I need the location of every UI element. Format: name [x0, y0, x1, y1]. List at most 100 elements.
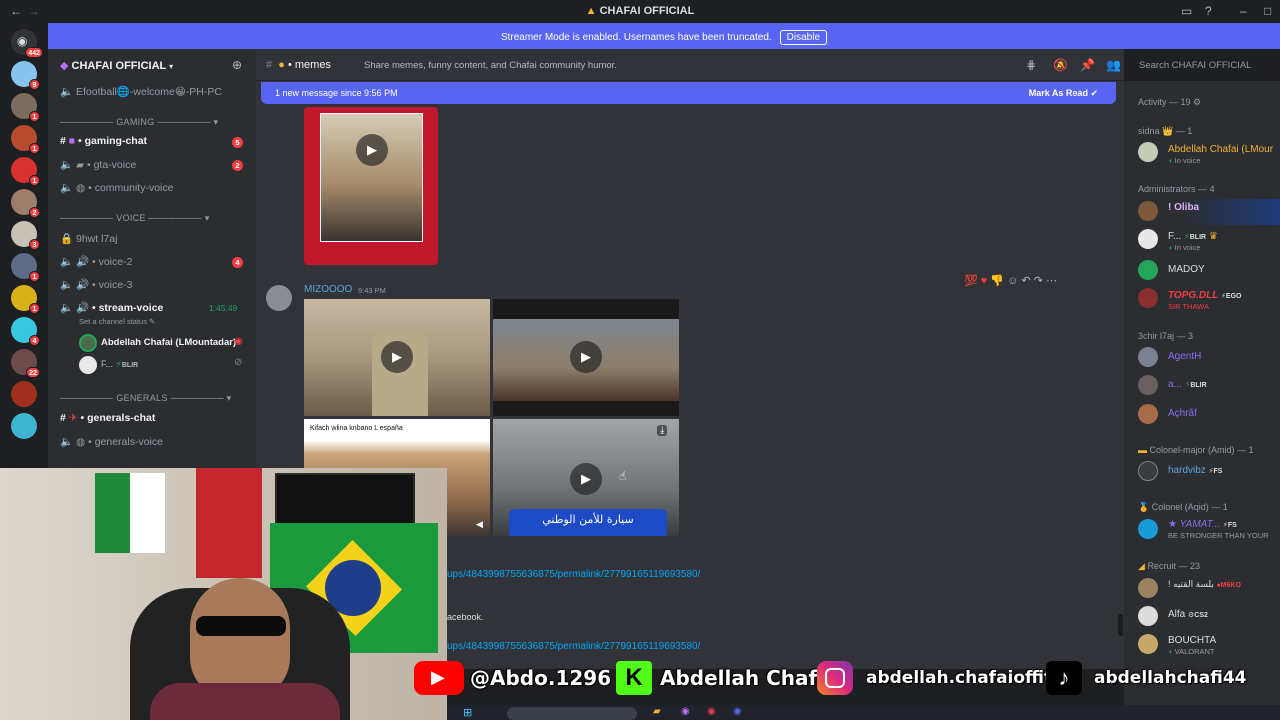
server-icon-8[interactable]: 1 [11, 285, 40, 314]
channel-gaming-chat[interactable]: # ■ • gaming-chat [60, 135, 147, 147]
channel-topic[interactable]: Share memes, funny content, and Chafai c… [364, 60, 617, 71]
scrollbar[interactable] [1118, 614, 1123, 636]
app-icon[interactable]: ◉ [707, 706, 716, 717]
more-icon[interactable]: ⋯ [1046, 275, 1057, 287]
server-icon-4[interactable]: 1 [11, 157, 40, 186]
category-gaming[interactable]: ──────── GAMING ──────── ▾ [60, 117, 218, 128]
thumbs-down-icon[interactable]: 👎 [990, 275, 1004, 287]
add-reaction-icon[interactable]: ☺ [1007, 275, 1018, 287]
voice-timer: 1:45:49 [209, 303, 238, 313]
embed-provider[interactable]: acebook. [447, 612, 484, 622]
member-item[interactable]: ★ YAMAT... ⚡FS BE STRONGER THAN YOUR [1138, 517, 1280, 543]
new-messages-bar[interactable]: 1 new message since 9:56 PM Mark As Read… [261, 82, 1116, 104]
video-thumbnail[interactable]: ▶ [320, 113, 423, 242]
avatar[interactable] [79, 356, 97, 374]
member-item[interactable]: BOUCHTA ◖ VALORANT [1138, 632, 1280, 658]
threads-icon[interactable]: ⋕ [1026, 58, 1036, 72]
maximize-icon[interactable]: □ [1264, 4, 1271, 18]
server-icon-9[interactable]: 4 [11, 317, 40, 346]
member-item[interactable]: Açhrãf [1138, 402, 1280, 428]
reaction-icon[interactable]: 💯 [964, 275, 978, 287]
channel-community-voice[interactable]: 🔈 ◍ • community-voice [60, 181, 173, 194]
channel-voice-3[interactable]: 🔈 🔊 • voice-3 [60, 278, 132, 291]
channel-voice-2[interactable]: 🔈 🔊 • voice-2 [60, 255, 132, 268]
server-icon-2[interactable]: 1 [11, 93, 40, 122]
channel-status-hint[interactable]: Set a channel status ✎ [79, 317, 155, 326]
member-name: MADOY [1168, 264, 1205, 275]
member-item[interactable]: TOPG.DLL ⚡EGO SIR THAWA [1138, 286, 1280, 312]
video-thumbnail[interactable]: ▶ [493, 299, 679, 416]
member-group-header: Administrators — 4 [1138, 184, 1215, 194]
speaker-icon: 🔈 [60, 279, 74, 291]
server-icon-6[interactable]: 3 [11, 221, 40, 250]
category-generals[interactable]: ──────── GENERALS ──────── ▾ [60, 393, 231, 404]
channel-9hwt[interactable]: 🔒 9hwt l7aj [60, 232, 117, 245]
member-item[interactable]: Alfa ⚙CS2 [1138, 604, 1280, 630]
disable-button[interactable]: Disable [779, 30, 828, 45]
member-item[interactable]: ! بلسة القتيه ●M6KO [1138, 576, 1280, 602]
member-item[interactable]: MADOY [1138, 258, 1280, 284]
channel-generals-voice[interactable]: 🔈 ◍ • generals-voice [60, 435, 163, 448]
message-link[interactable]: ups/4843998755636875/permalink/277991651… [447, 569, 700, 580]
play-icon[interactable]: ▶ [570, 341, 602, 373]
help-icon[interactable]: ? [1205, 4, 1212, 18]
voice-user-name[interactable]: Abdellah Chafai (LMountadar) [101, 337, 236, 348]
home-button[interactable]: ◉ 442 [11, 29, 43, 58]
inbox-icon[interactable]: ▭ [1181, 4, 1192, 18]
server-icon-1[interactable]: 9 [11, 61, 40, 90]
member-item[interactable]: ! Oliba [1138, 199, 1280, 225]
channel-efootball[interactable]: 🔈 Efootball🌐-welcome😁-PH-PC [60, 85, 222, 98]
start-icon[interactable]: ⊞ [463, 706, 472, 719]
author-name[interactable]: MIZOOOO [304, 284, 352, 295]
server-badge: 22 [26, 367, 40, 378]
play-icon[interactable]: ▶ [570, 463, 602, 495]
server-icon-12[interactable] [11, 413, 37, 439]
category-voice[interactable]: ──────── VOICE ──────── ▾ [60, 213, 210, 224]
voice-user-name[interactable]: F... ⚡BLIR [101, 359, 138, 370]
message-link[interactable]: ups/4843998755636875/permalink/277991651… [447, 641, 700, 652]
app-icon[interactable]: ◉ [681, 706, 690, 717]
discord-icon[interactable]: ◉ [733, 706, 742, 717]
reply-icon[interactable]: ↶ [1021, 275, 1030, 287]
server-icon-7[interactable]: 1 [11, 253, 40, 282]
play-icon[interactable]: ▶ [381, 341, 413, 373]
member-item[interactable]: F... ⚡BLIR ♛ ◖ In voice [1138, 227, 1280, 253]
server-icon-3[interactable]: 1 [11, 125, 40, 154]
member-item[interactable]: AgentH [1138, 345, 1280, 371]
video-thumbnail[interactable]: سيارة للأمن الوطني ▶ ⤓ ☝ [493, 419, 679, 536]
server-badge: 1 [29, 111, 40, 122]
notification-mute-icon[interactable]: 🔕 [1053, 58, 1068, 72]
minimize-icon[interactable]: – [1240, 4, 1247, 18]
search-input[interactable]: Search CHAFAI OFFICIAL [1134, 55, 1280, 75]
member-item[interactable]: a... ⚡BLIR [1138, 373, 1280, 399]
previous-embed[interactable]: ▶ [304, 107, 438, 265]
taskbar-search[interactable] [507, 707, 637, 720]
server-badge: 1 [29, 175, 40, 186]
message-actions: 💯 ♥ 👎 ☺ ↶ ↷ ⋯ [964, 274, 1057, 287]
play-icon[interactable]: ▶ [356, 134, 388, 166]
video-thumbnail[interactable]: ▶ [304, 299, 490, 416]
avatar[interactable] [79, 334, 97, 352]
member-list-icon[interactable]: 👥 [1106, 58, 1121, 72]
channel-gta-voice[interactable]: 🔈 ▰ • gta-voice [60, 158, 136, 171]
mark-as-read-button[interactable]: Mark As Read ✔ [1029, 88, 1098, 99]
invite-icon[interactable]: ⊕ [232, 58, 242, 72]
server-badge: 9 [29, 79, 40, 90]
heart-icon[interactable]: ♥ [981, 275, 988, 287]
server-icon-5[interactable]: 2 [11, 189, 40, 218]
volume-icon[interactable]: ◀ [476, 519, 483, 530]
server-icon-11[interactable] [11, 381, 37, 407]
hash-icon: # [266, 59, 273, 71]
server-icon-10[interactable]: 22 [11, 349, 40, 378]
server-name-header[interactable]: ◆ CHAFAI OFFICIAL ▾ [60, 59, 173, 72]
emoji-icon: ● [278, 59, 285, 71]
pin-icon[interactable]: 📌 [1080, 58, 1095, 72]
channel-generals-chat[interactable]: # ✈ • generals-chat [60, 412, 155, 424]
download-icon[interactable]: ⤓ [657, 425, 668, 436]
folder-icon[interactable]: ▰ [653, 706, 661, 717]
channel-stream-voice[interactable]: 🔈 🔊 • stream-voice [60, 301, 163, 314]
member-item[interactable]: Abdellah Chafai (LMour ◖ In voice [1138, 140, 1280, 166]
forward-icon[interactable]: ↷ [1034, 275, 1043, 287]
author-avatar[interactable] [266, 285, 292, 311]
member-item[interactable]: hardvibz ⚡FS [1138, 459, 1280, 485]
